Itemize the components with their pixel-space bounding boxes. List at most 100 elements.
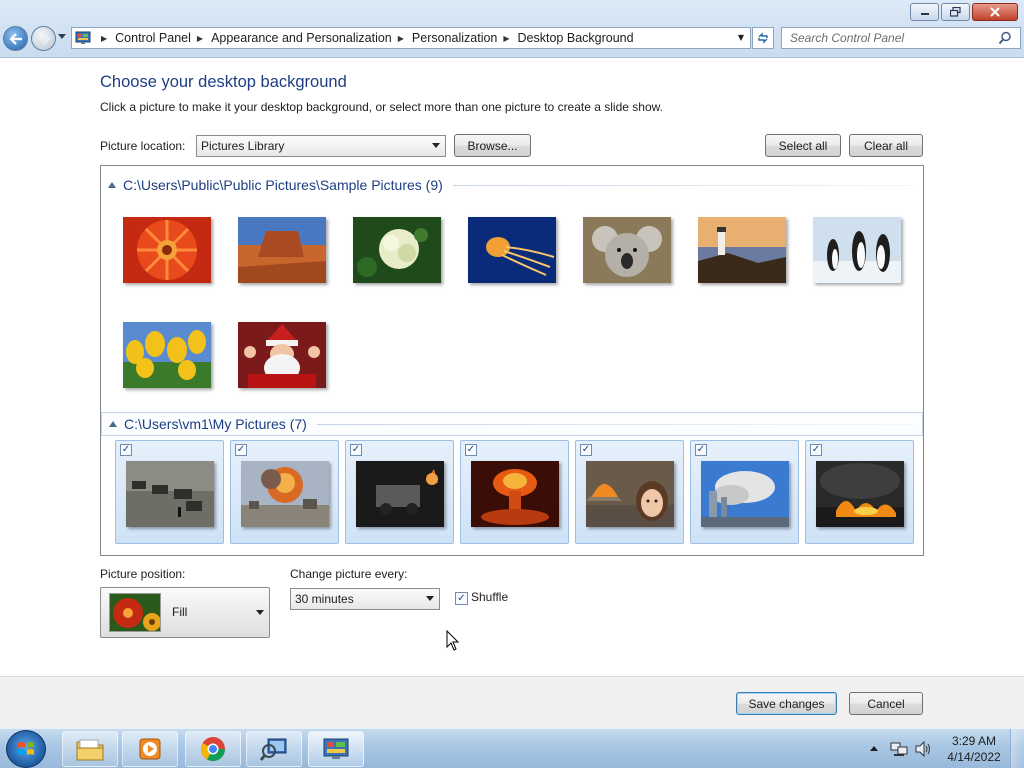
- riot-picture: [356, 461, 444, 527]
- change-picture-interval-dropdown[interactable]: 30 minutes: [290, 588, 440, 610]
- group-divider: [316, 423, 916, 425]
- folder-icon: [76, 739, 104, 761]
- windows-logo-icon: [18, 742, 34, 755]
- tanks-picture: [126, 461, 214, 527]
- restore-button[interactable]: [941, 3, 970, 21]
- picture-thumbnail-hydrangeas[interactable]: [353, 217, 441, 283]
- picture-tile[interactable]: ✓: [460, 440, 569, 544]
- breadcrumb-separator-icon: ▶: [503, 33, 510, 43]
- picture-checkbox[interactable]: ✓: [465, 444, 477, 456]
- show-desktop-button[interactable]: [1010, 729, 1024, 768]
- desert-picture: [238, 217, 326, 283]
- cancel-button[interactable]: Cancel: [849, 692, 923, 715]
- browse-button[interactable]: Browse...: [454, 134, 531, 157]
- koala-picture: [583, 217, 671, 283]
- picture-checkbox[interactable]: ✓: [350, 444, 362, 456]
- lighthouse-picture: [698, 217, 786, 283]
- picture-thumbnail-chrysanthemum[interactable]: [123, 217, 211, 283]
- page-title: Choose your desktop background: [100, 73, 347, 91]
- minimize-button[interactable]: [910, 3, 939, 21]
- picture-checkbox[interactable]: ✓: [580, 444, 592, 456]
- picture-position-value: Fill: [172, 605, 188, 619]
- taskbar-network-tool[interactable]: [246, 731, 302, 767]
- taskbar-control-panel[interactable]: [308, 731, 364, 767]
- group-name: C:\Users\vm1\My Pictures (7): [124, 416, 307, 432]
- taskbar-media-player[interactable]: [122, 731, 178, 767]
- picture-thumbnail-koala[interactable]: [583, 217, 671, 283]
- picture-tile[interactable]: ✓: [805, 440, 914, 544]
- picture-location-label: Picture location:: [100, 139, 186, 153]
- picture-checkbox[interactable]: ✓: [235, 444, 247, 456]
- picture-thumbnail-santa[interactable]: [238, 322, 326, 388]
- minimize-icon: [920, 13, 929, 15]
- system-clock[interactable]: 3:29 AM 4/14/2022: [944, 733, 1004, 765]
- collapse-triangle-icon[interactable]: [109, 421, 117, 427]
- volume-icon[interactable]: [914, 741, 932, 757]
- picture-thumbnail-oil-fire: [816, 461, 904, 527]
- mushroom-cloud-picture: [471, 461, 559, 527]
- restore-icon: [950, 7, 961, 17]
- back-button[interactable]: [3, 26, 28, 51]
- picture-thumbnail-tulips[interactable]: [123, 322, 211, 388]
- close-button[interactable]: [972, 3, 1018, 21]
- picture-position-dropdown[interactable]: Fill: [100, 587, 270, 638]
- picture-gallery[interactable]: C:\Users\Public\Public Pictures\Sample P…: [100, 165, 924, 556]
- page-subtitle: Click a picture to make it your desktop …: [100, 100, 663, 114]
- dropdown-arrow-icon: [256, 610, 264, 615]
- search-input[interactable]: [782, 28, 998, 48]
- position-preview: [109, 593, 161, 632]
- network-icon[interactable]: [890, 741, 908, 757]
- house-fire-girl-picture: [586, 461, 674, 527]
- start-button[interactable]: [6, 730, 46, 768]
- control-panel-icon: [75, 31, 91, 44]
- breadcrumb-separator-icon: ▶: [196, 33, 204, 43]
- picture-position-label: Picture position:: [100, 567, 186, 581]
- taskbar-chrome[interactable]: [185, 731, 241, 767]
- forward-button[interactable]: [31, 26, 56, 51]
- picture-thumbnail-penguins[interactable]: [813, 217, 901, 283]
- address-bar[interactable]: ▶ Control Panel ▶ Appearance and Persona…: [71, 27, 751, 49]
- save-changes-button[interactable]: Save changes: [736, 692, 837, 715]
- change-picture-value: 30 minutes: [295, 592, 354, 606]
- breadcrumb-control-panel[interactable]: Control Panel: [115, 31, 191, 45]
- clear-all-button[interactable]: Clear all: [849, 134, 923, 157]
- shuffle-label[interactable]: Shuffle: [471, 590, 508, 604]
- control-panel-icon: [323, 738, 349, 759]
- group-header-my-pictures[interactable]: C:\Users\vm1\My Pictures (7): [101, 412, 923, 436]
- refresh-button[interactable]: [752, 27, 774, 49]
- picture-tile[interactable]: ✓: [230, 440, 339, 544]
- search-icon[interactable]: [998, 31, 1016, 45]
- santa-picture: [238, 322, 326, 388]
- taskbar-windows-explorer[interactable]: [62, 731, 118, 767]
- picture-checkbox[interactable]: ✓: [810, 444, 822, 456]
- picture-tile[interactable]: ✓: [575, 440, 684, 544]
- picture-thumbnail-lighthouse[interactable]: [698, 217, 786, 283]
- picture-tile[interactable]: ✓: [690, 440, 799, 544]
- breadcrumb-appearance[interactable]: Appearance and Personalization: [211, 31, 392, 45]
- select-all-button[interactable]: Select all: [765, 134, 841, 157]
- recent-pages-dropdown[interactable]: [58, 34, 66, 40]
- close-icon: [990, 7, 1000, 17]
- hydrangeas-picture: [353, 217, 441, 283]
- collapse-triangle-icon[interactable]: [108, 182, 116, 188]
- mouse-cursor-icon: [446, 630, 460, 651]
- picture-thumbnail-towers-smoke: [701, 461, 789, 527]
- picture-thumbnail-jellyfish[interactable]: [468, 217, 556, 283]
- address-dropdown-icon[interactable]: ▼: [738, 33, 744, 42]
- picture-checkbox[interactable]: ✓: [120, 444, 132, 456]
- picture-tile[interactable]: ✓: [345, 440, 454, 544]
- group-header-sample-pictures[interactable]: C:\Users\Public\Public Pictures\Sample P…: [101, 173, 923, 197]
- picture-location-dropdown[interactable]: Pictures Library: [196, 135, 446, 157]
- show-hidden-icons-icon[interactable]: [870, 745, 878, 751]
- clock-date: 4/14/2022: [947, 750, 1001, 764]
- breadcrumb-personalization[interactable]: Personalization: [412, 31, 497, 45]
- search-box[interactable]: [781, 27, 1021, 49]
- explosion-picture: [241, 461, 329, 527]
- breadcrumb-desktop-background[interactable]: Desktop Background: [518, 31, 634, 45]
- penguins-picture: [813, 217, 901, 283]
- content-area: Choose your desktop background Click a p…: [0, 58, 1024, 676]
- picture-checkbox[interactable]: ✓: [695, 444, 707, 456]
- shuffle-checkbox[interactable]: ✓: [455, 592, 468, 605]
- picture-thumbnail-desert[interactable]: [238, 217, 326, 283]
- picture-tile[interactable]: ✓: [115, 440, 224, 544]
